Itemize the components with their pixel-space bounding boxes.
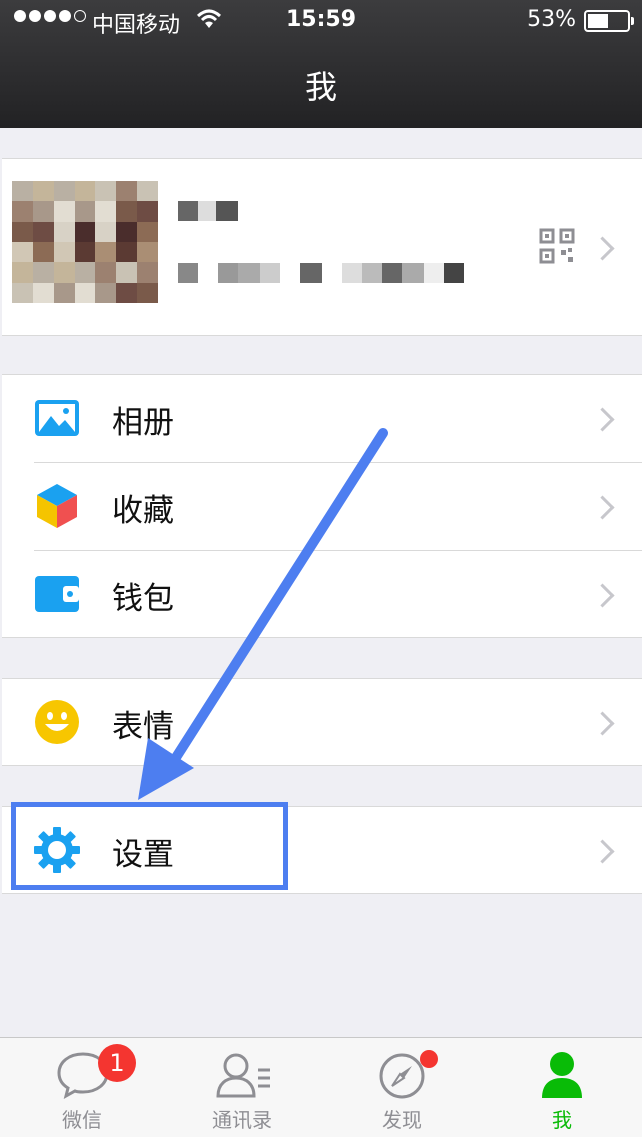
tab-label-contacts: 通讯录 xyxy=(212,1108,272,1132)
menu-item-favorites[interactable]: 收藏 xyxy=(2,463,642,549)
tab-discover[interactable]: 发现 xyxy=(322,1038,482,1137)
status-bar: 中国移动 15:59 53% xyxy=(0,0,642,42)
tab-label-me: 我 xyxy=(552,1108,572,1132)
annotation-highlight-box xyxy=(11,802,288,890)
menu-label-stickers: 表情 xyxy=(112,709,174,745)
chevron-right-icon xyxy=(590,407,615,432)
menu-label-favorites: 收藏 xyxy=(112,493,174,529)
chevron-right-icon xyxy=(590,495,615,520)
tab-contacts[interactable]: 通讯录 xyxy=(162,1038,322,1137)
tab-me[interactable]: 我 xyxy=(482,1038,642,1137)
chevron-right-icon xyxy=(590,839,615,864)
avatar xyxy=(12,181,158,303)
page-title: 我 xyxy=(304,68,337,106)
nickname-redacted xyxy=(178,201,238,221)
navigation-header: 中国移动 15:59 53% 我 xyxy=(0,0,642,128)
compass-icon xyxy=(379,1053,425,1099)
new-content-dot xyxy=(420,1050,438,1068)
battery-percent: 53% xyxy=(527,7,576,32)
menu-group-stickers: 表情 xyxy=(2,678,642,766)
person-icon xyxy=(542,1052,582,1098)
chevron-right-icon xyxy=(590,583,615,608)
tab-label-chats: 微信 xyxy=(62,1108,102,1132)
favorites-cube-icon xyxy=(37,484,77,528)
smiley-face-icon xyxy=(35,700,79,744)
tab-label-discover: 发现 xyxy=(382,1108,422,1132)
chevron-right-icon xyxy=(590,711,615,736)
menu-group-main: 相册 收藏 钱包 xyxy=(2,374,642,638)
wallet-icon xyxy=(35,576,79,612)
menu-item-album[interactable]: 相册 xyxy=(2,375,642,461)
unread-badge: 1 xyxy=(98,1044,136,1082)
battery-icon xyxy=(584,10,634,32)
tab-bar: 1 微信 通讯录 发现 我 xyxy=(0,1037,642,1137)
account-id-redacted xyxy=(178,263,464,283)
menu-item-wallet[interactable]: 钱包 xyxy=(2,551,642,637)
tab-chats[interactable]: 1 微信 xyxy=(2,1038,162,1137)
album-icon xyxy=(35,400,79,436)
contacts-icon xyxy=(216,1053,270,1098)
menu-label-album: 相册 xyxy=(112,405,174,441)
qr-code-icon[interactable] xyxy=(539,228,575,264)
menu-label-wallet: 钱包 xyxy=(112,581,174,617)
menu-item-stickers[interactable]: 表情 xyxy=(2,679,642,765)
